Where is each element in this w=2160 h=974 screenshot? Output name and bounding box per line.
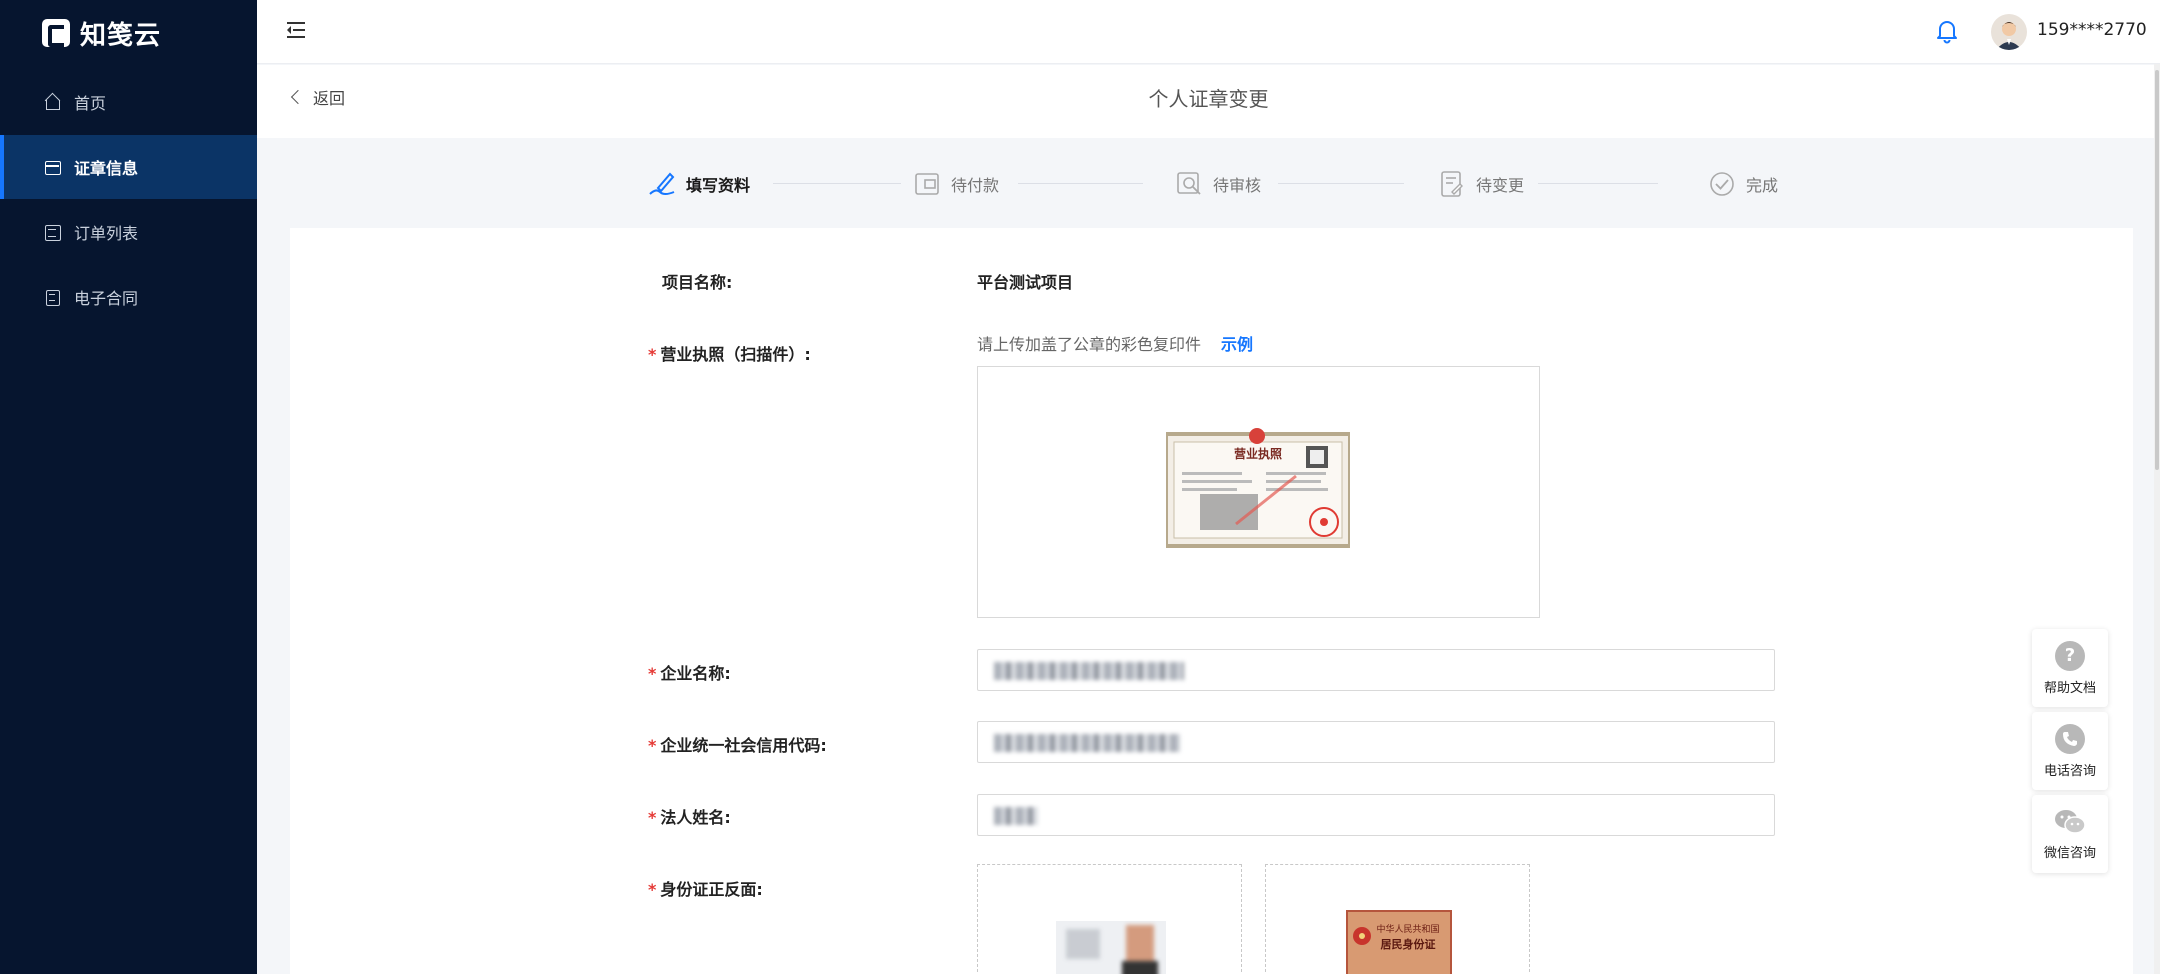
float-button-label: 电话咨询: [2043, 763, 2096, 779]
company-name-input[interactable]: [977, 649, 1775, 691]
step-label: 待审核: [1213, 176, 1262, 195]
page-title: 个人证章变更: [1148, 87, 1269, 111]
home-icon: [44, 94, 60, 110]
legal-person-label: * 法人姓名:: [648, 808, 731, 827]
progress-steps: 填写资料 待付款 待审核 待变更 完成: [648, 170, 1778, 200]
redacted-value: [994, 807, 1038, 825]
step-pending-payment: 待付款: [913, 170, 999, 198]
company-name-label: * 企业名称:: [648, 664, 731, 683]
user-phone[interactable]: 159****2770: [2037, 20, 2147, 40]
step-label: 待付款: [951, 176, 1000, 195]
credit-code-label: * 企业统一社会信用代码:: [648, 736, 827, 755]
step-pending-review: 待审核: [1175, 170, 1261, 198]
credit-code-input[interactable]: [977, 721, 1775, 763]
menu-toggle-icon[interactable]: [287, 22, 305, 38]
logo-icon: [42, 19, 70, 47]
sidebar: 知笺云 首页 证章信息 订单列表 电子合同: [0, 0, 257, 974]
float-button-label: 微信咨询: [2043, 845, 2096, 861]
list-icon: [44, 224, 61, 241]
project-name-label: 项目名称:: [662, 273, 733, 292]
form-card: 项目名称: 平台测试项目 * 营业执照（扫描件）: 请上传加盖了公章的彩色复印件示…: [290, 228, 2133, 974]
bell-icon[interactable]: [1935, 18, 1959, 44]
help-icon: ?: [2055, 640, 2085, 671]
step-connector: [1018, 183, 1143, 184]
avatar[interactable]: [1991, 14, 2027, 50]
business-license-upload[interactable]: 营业执照: [977, 366, 1540, 618]
step-pending-change: 待变更: [1438, 170, 1524, 198]
phone-consult-button[interactable]: 电话咨询: [2032, 712, 2108, 790]
redacted-value: [994, 734, 1180, 752]
id-card-back-upload[interactable]: 中华人民共和国 居民身份证: [1265, 864, 1530, 974]
step-fill-info: 填写资料: [648, 170, 750, 198]
business-license-label: * 营业执照（扫描件）:: [648, 345, 811, 364]
business-license-image: 营业执照: [1166, 428, 1350, 548]
sidebar-item-label: 首页: [74, 94, 107, 113]
contract-icon: [44, 289, 60, 306]
svg-text:中华人民共和国: 中华人民共和国: [1376, 923, 1439, 935]
step-complete: 完成: [1708, 170, 1778, 198]
id-card-back-image: 中华人民共和国 居民身份证: [1346, 910, 1452, 974]
sidebar-item-contracts[interactable]: 电子合同: [0, 265, 257, 329]
pen-icon: [649, 172, 675, 195]
document-edit-icon: [1441, 171, 1463, 197]
step-label: 填写资料: [686, 176, 751, 195]
svg-text:营业执照: 营业执照: [1234, 446, 1282, 461]
app-logo[interactable]: 知笺云: [42, 17, 162, 51]
review-search-icon: [1177, 172, 1201, 195]
wechat-icon: [2055, 809, 2086, 834]
id-card-front-upload[interactable]: [977, 864, 1242, 974]
phone-icon: [2055, 723, 2085, 754]
help-docs-button[interactable]: ? 帮助文档: [2032, 629, 2108, 707]
project-name-value: 平台测试项目: [977, 273, 1074, 292]
redacted-value: [994, 662, 1184, 680]
app-name: 知笺云: [80, 20, 162, 51]
scrollbar-thumb[interactable]: [2155, 70, 2159, 470]
sidebar-item-label: 证章信息: [74, 159, 139, 178]
step-label: 完成: [1746, 176, 1779, 195]
step-label: 待变更: [1476, 176, 1525, 195]
example-link[interactable]: 示例: [1221, 335, 1253, 354]
legal-person-input[interactable]: [977, 794, 1775, 836]
step-connector: [1538, 183, 1658, 184]
float-button-label: 帮助文档: [2043, 680, 2096, 696]
svg-text:居民身份证: 居民身份证: [1381, 937, 1436, 951]
step-connector: [1278, 183, 1404, 184]
step-connector: [773, 183, 901, 184]
sidebar-item-label: 订单列表: [74, 224, 139, 243]
top-header: 159****2770: [257, 0, 2160, 64]
id-card-front-image: [1056, 921, 1166, 974]
sidebar-item-orders[interactable]: 订单列表: [0, 200, 257, 264]
wechat-consult-button[interactable]: 微信咨询: [2032, 795, 2108, 873]
wallet-icon: [915, 173, 939, 195]
id-card-label: * 身份证正反面:: [648, 880, 763, 899]
card-icon: [44, 159, 61, 175]
page-title-bar: 返回 个人证章变更: [257, 65, 2160, 138]
sidebar-item-label: 电子合同: [74, 289, 139, 308]
sidebar-item-home[interactable]: 首页: [0, 70, 257, 134]
sidebar-item-seal-info[interactable]: 证章信息: [0, 135, 257, 199]
license-upload-hint: 请上传加盖了公章的彩色复印件 示例: [977, 335, 1254, 354]
check-circle-icon: [1710, 172, 1734, 196]
